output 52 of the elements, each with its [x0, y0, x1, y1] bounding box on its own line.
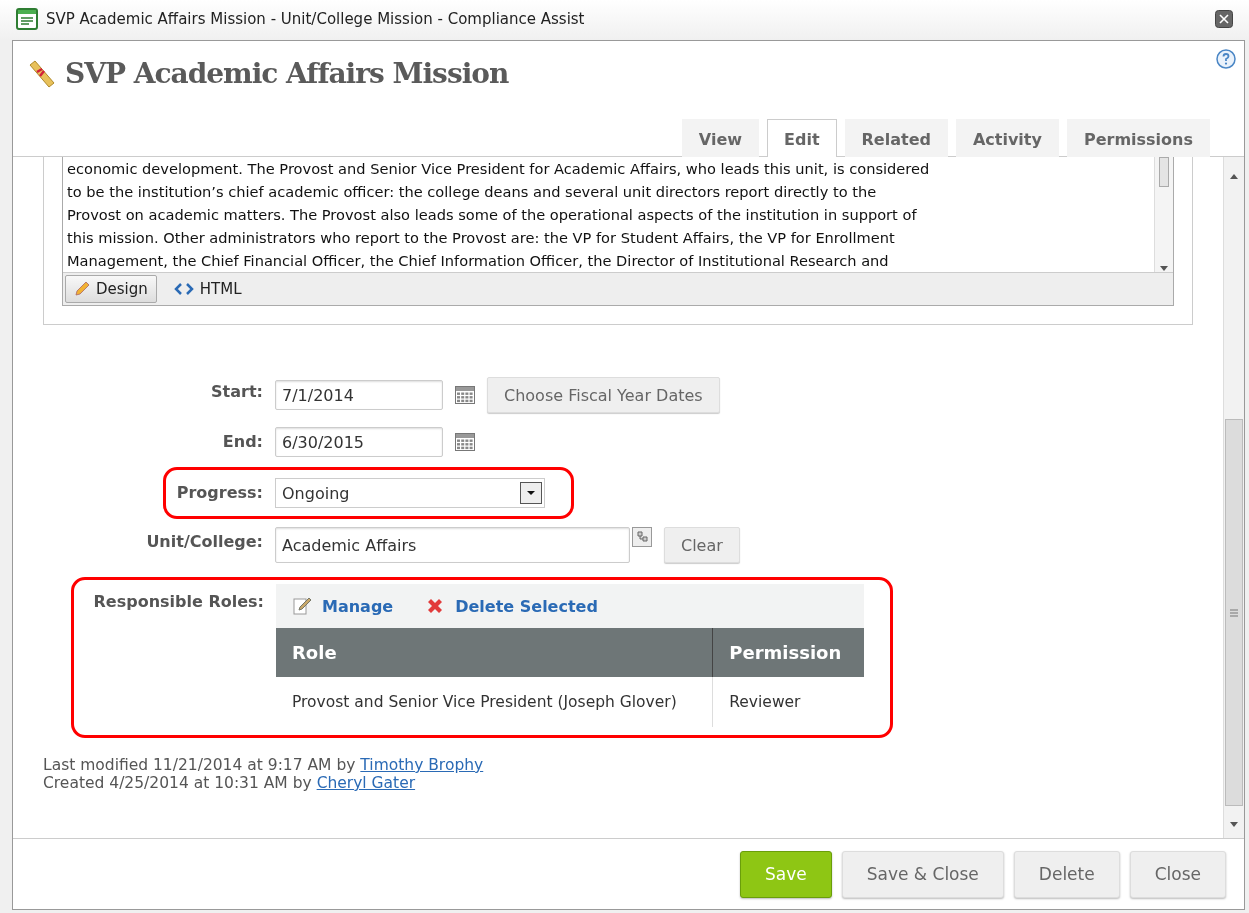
- tree-picker-icon[interactable]: [632, 527, 652, 547]
- audit-text: Created 4/25/2014 at 10:31 AM by Cheryl Gater: [43, 774, 417, 792]
- window-title: SVP Academic Affairs Mission - Unit/College Mission - Compliance Assist: [46, 10, 586, 28]
- page-title: SVP Academic Affairs Mission: [65, 57, 509, 90]
- tab[interactable]: Activity: [955, 119, 1059, 157]
- field-label: Progress:: [175, 482, 263, 504]
- scroll-down-arrow-icon[interactable]: [1230, 822, 1238, 828]
- progress-dropdown[interactable]: Ongoing: [275, 478, 545, 508]
- tab[interactable]: View: [681, 119, 759, 157]
- grip-lines-icon: [1230, 608, 1238, 617]
- edit-note-icon: [292, 596, 312, 616]
- scroll-thumb[interactable]: [1159, 157, 1169, 187]
- calendar-icon[interactable]: [455, 386, 475, 404]
- table-cell: Reviewer: [712, 677, 864, 727]
- footer-button[interactable]: Delete: [1013, 850, 1120, 898]
- editor-mode-button[interactable]: Design: [65, 275, 157, 303]
- close-icon[interactable]: [1215, 10, 1233, 28]
- calendar-icon[interactable]: [455, 433, 475, 451]
- scroll-up-arrow-icon[interactable]: [1230, 173, 1238, 179]
- help-icon[interactable]: [1216, 49, 1236, 69]
- clear-button[interactable]: Clear: [664, 527, 740, 563]
- scroll-thumb[interactable]: [1225, 419, 1243, 806]
- tab[interactable]: Edit: [767, 119, 837, 157]
- footer-button[interactable]: Close: [1129, 850, 1226, 898]
- scrollbar[interactable]: [1223, 157, 1244, 838]
- toolbar-link[interactable]: Delete Selected: [425, 596, 598, 616]
- field-label: End:: [221, 431, 263, 451]
- table-cell: Provost and Senior Vice President (Joseph Glover): [276, 677, 713, 727]
- date-field[interactable]: 6/30/2015: [275, 427, 443, 457]
- column-header: Permission: [712, 628, 864, 677]
- audit-text: Last modified 11/21/2014 at 9:17 AM by Timothy Brophy: [43, 756, 485, 774]
- field-label: Start:: [210, 381, 263, 401]
- unit-field[interactable]: Academic Affairs: [275, 527, 630, 563]
- field-label: Responsible Roles:: [92, 591, 264, 613]
- user-link[interactable]: Timothy Brophy: [360, 756, 484, 774]
- editor-text: economic development. The Provost and Senior Vice President for Academic Affairs, who leads this unit, is considered to be the institution’s chief academic officer: the college deans and several unit directors report directly to the Provost on academic matters. The Provost also leads some of the operational aspects of the institution in support of this mission. Other administrators who report to the Provost are: the VP for Student Affairs, the VP for Enrollment Management, the Chief Financial Officer, the Chief Information Officer, the Director of Institutional Research and: [66, 159, 931, 271]
- column-header: Role: [276, 628, 713, 677]
- editor-mode-button[interactable]: HTML: [164, 275, 251, 303]
- tab[interactable]: Related: [844, 119, 948, 157]
- scroll-down-arrow-icon[interactable]: [1160, 266, 1168, 272]
- rich-text-editor[interactable]: [62, 157, 1174, 306]
- code-brackets-icon: [173, 282, 194, 296]
- editor-scrollbar[interactable]: [1154, 157, 1173, 272]
- toolbar-link[interactable]: Manage: [292, 596, 394, 616]
- date-field[interactable]: 7/1/2014: [275, 380, 443, 410]
- tab[interactable]: Permissions: [1066, 119, 1210, 157]
- document-icon: [16, 8, 38, 30]
- user-link[interactable]: Cheryl Gater: [316, 774, 416, 792]
- footer-button[interactable]: Save & Close: [841, 850, 1004, 898]
- pencil-icon: [74, 281, 90, 297]
- field-label: Unit/College:: [145, 531, 263, 551]
- fiscal-year-button[interactable]: Choose Fiscal Year Dates: [487, 377, 720, 413]
